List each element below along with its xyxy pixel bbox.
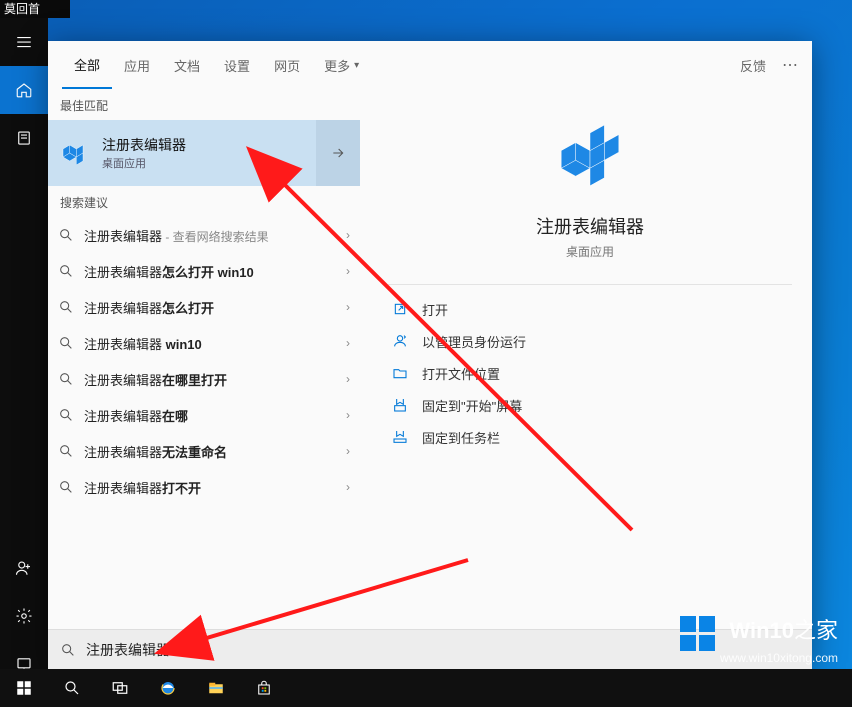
taskbar-search-icon[interactable] bbox=[48, 669, 96, 707]
rail-home-icon[interactable] bbox=[0, 66, 48, 114]
suggestion-row[interactable]: 注册表编辑器打不开 › bbox=[48, 469, 360, 505]
search-icon bbox=[58, 407, 74, 423]
suggestion-row[interactable]: 注册表编辑器怎么打开 win10 › bbox=[48, 253, 360, 289]
chevron-right-icon: › bbox=[346, 228, 350, 242]
start-button[interactable] bbox=[0, 669, 48, 707]
search-panel: 全部 应用 文档 设置 网页 更多▾ 反馈 ⋯ 最佳匹配 bbox=[48, 41, 812, 669]
suggestion-text: 注册表编辑器怎么打开 win10 bbox=[84, 262, 336, 281]
suggestion-text: 注册表编辑器在哪里打开 bbox=[84, 370, 336, 389]
action-label: 打开文件位置 bbox=[422, 364, 500, 383]
tab-documents[interactable]: 文档 bbox=[162, 41, 212, 89]
chevron-right-icon: › bbox=[346, 336, 350, 350]
taskbar bbox=[0, 669, 852, 707]
best-match-label: 最佳匹配 bbox=[48, 89, 360, 120]
rail-settings-icon[interactable] bbox=[0, 592, 48, 640]
watermark-url: www.win10xitong.com bbox=[680, 651, 838, 665]
chevron-right-icon: › bbox=[346, 264, 350, 278]
action-icon bbox=[392, 397, 408, 413]
taskbar-store-icon[interactable] bbox=[240, 669, 288, 707]
chevron-right-icon: › bbox=[346, 480, 350, 494]
search-icon bbox=[58, 443, 74, 459]
suggestion-row[interactable]: 注册表编辑器 win10 › bbox=[48, 325, 360, 361]
search-icon bbox=[58, 479, 74, 495]
tab-apps[interactable]: 应用 bbox=[112, 41, 162, 89]
suggestion-text: 注册表编辑器在哪 bbox=[84, 406, 336, 425]
chevron-right-icon: › bbox=[346, 408, 350, 422]
action-label: 固定到"开始"屏幕 bbox=[422, 396, 522, 415]
watermark-brand: Win10之家 bbox=[729, 618, 838, 643]
feedback-link[interactable]: 反馈 bbox=[740, 56, 766, 75]
suggestions-label: 搜索建议 bbox=[48, 186, 360, 217]
taskbar-explorer-icon[interactable] bbox=[192, 669, 240, 707]
tab-more[interactable]: 更多▾ bbox=[312, 41, 371, 89]
suggestion-text: 注册表编辑器怎么打开 bbox=[84, 298, 336, 317]
suggestion-row[interactable]: 注册表编辑器在哪里打开 › bbox=[48, 361, 360, 397]
tab-all[interactable]: 全部 bbox=[62, 41, 112, 89]
detail-subtitle: 桌面应用 bbox=[566, 243, 614, 260]
detail-action[interactable]: 固定到"开始"屏幕 bbox=[388, 389, 792, 421]
action-icon bbox=[392, 429, 408, 445]
watermark: Win10之家 www.win10xitong.com bbox=[680, 613, 838, 665]
suggestions-list: 注册表编辑器 - 查看网络搜索结果›注册表编辑器怎么打开 win10›注册表编辑… bbox=[48, 217, 360, 505]
chevron-right-icon: › bbox=[346, 372, 350, 386]
rail-recent-icon[interactable] bbox=[0, 114, 48, 162]
best-match-title: 注册表编辑器 bbox=[102, 135, 186, 155]
action-label: 打开 bbox=[422, 300, 448, 319]
suggestion-row[interactable]: 注册表编辑器 - 查看网络搜索结果 › bbox=[48, 217, 360, 253]
best-match-subtitle: 桌面应用 bbox=[102, 155, 186, 171]
suggestion-text: 注册表编辑器 win10 bbox=[84, 334, 336, 353]
rail-menu-icon[interactable] bbox=[0, 18, 48, 66]
action-icon bbox=[392, 301, 408, 317]
start-left-rail bbox=[0, 18, 48, 688]
chevron-right-icon: › bbox=[346, 300, 350, 314]
detail-action[interactable]: 打开 bbox=[388, 293, 792, 325]
best-match-result[interactable]: 注册表编辑器 桌面应用 bbox=[48, 120, 360, 186]
search-icon bbox=[58, 371, 74, 387]
action-icon bbox=[392, 333, 408, 349]
more-options-icon[interactable]: ⋯ bbox=[782, 55, 800, 75]
divider bbox=[388, 284, 792, 285]
watermark-logo-icon bbox=[680, 616, 715, 651]
chevron-right-icon: › bbox=[346, 444, 350, 458]
detail-actions: 打开以管理员身份运行打开文件位置固定到"开始"屏幕固定到任务栏 bbox=[388, 293, 792, 453]
search-icon bbox=[60, 642, 76, 658]
action-icon bbox=[392, 365, 408, 381]
tab-settings[interactable]: 设置 bbox=[212, 41, 262, 89]
detail-action[interactable]: 打开文件位置 bbox=[388, 357, 792, 389]
detail-app-icon bbox=[548, 115, 632, 199]
search-tabs: 全部 应用 文档 设置 网页 更多▾ 反馈 ⋯ bbox=[48, 41, 812, 89]
action-label: 固定到任务栏 bbox=[422, 428, 500, 447]
action-label: 以管理员身份运行 bbox=[422, 332, 526, 351]
suggestion-text: 注册表编辑器 - 查看网络搜索结果 bbox=[84, 226, 336, 245]
search-icon bbox=[58, 335, 74, 351]
best-match-expand-icon[interactable] bbox=[316, 120, 360, 186]
detail-title: 注册表编辑器 bbox=[536, 213, 644, 239]
results-column: 最佳匹配 bbox=[48, 89, 360, 629]
suggestion-row[interactable]: 注册表编辑器怎么打开 › bbox=[48, 289, 360, 325]
tab-web[interactable]: 网页 bbox=[262, 41, 312, 89]
suggestion-text: 注册表编辑器打不开 bbox=[84, 478, 336, 497]
detail-column: 注册表编辑器 桌面应用 打开以管理员身份运行打开文件位置固定到"开始"屏幕固定到… bbox=[360, 89, 812, 629]
detail-action[interactable]: 以管理员身份运行 bbox=[388, 325, 792, 357]
window-title-fragment: 莫回首 bbox=[0, 0, 70, 18]
suggestion-text: 注册表编辑器无法重命名 bbox=[84, 442, 336, 461]
suggestion-row[interactable]: 注册表编辑器在哪 › bbox=[48, 397, 360, 433]
detail-action[interactable]: 固定到任务栏 bbox=[388, 421, 792, 453]
search-icon bbox=[58, 263, 74, 279]
task-view-icon[interactable] bbox=[96, 669, 144, 707]
rail-account-icon[interactable] bbox=[0, 544, 48, 592]
search-icon bbox=[58, 299, 74, 315]
taskbar-ie-icon[interactable] bbox=[144, 669, 192, 707]
suggestion-row[interactable]: 注册表编辑器无法重命名 › bbox=[48, 433, 360, 469]
regedit-icon bbox=[58, 136, 92, 170]
search-icon bbox=[58, 227, 74, 243]
